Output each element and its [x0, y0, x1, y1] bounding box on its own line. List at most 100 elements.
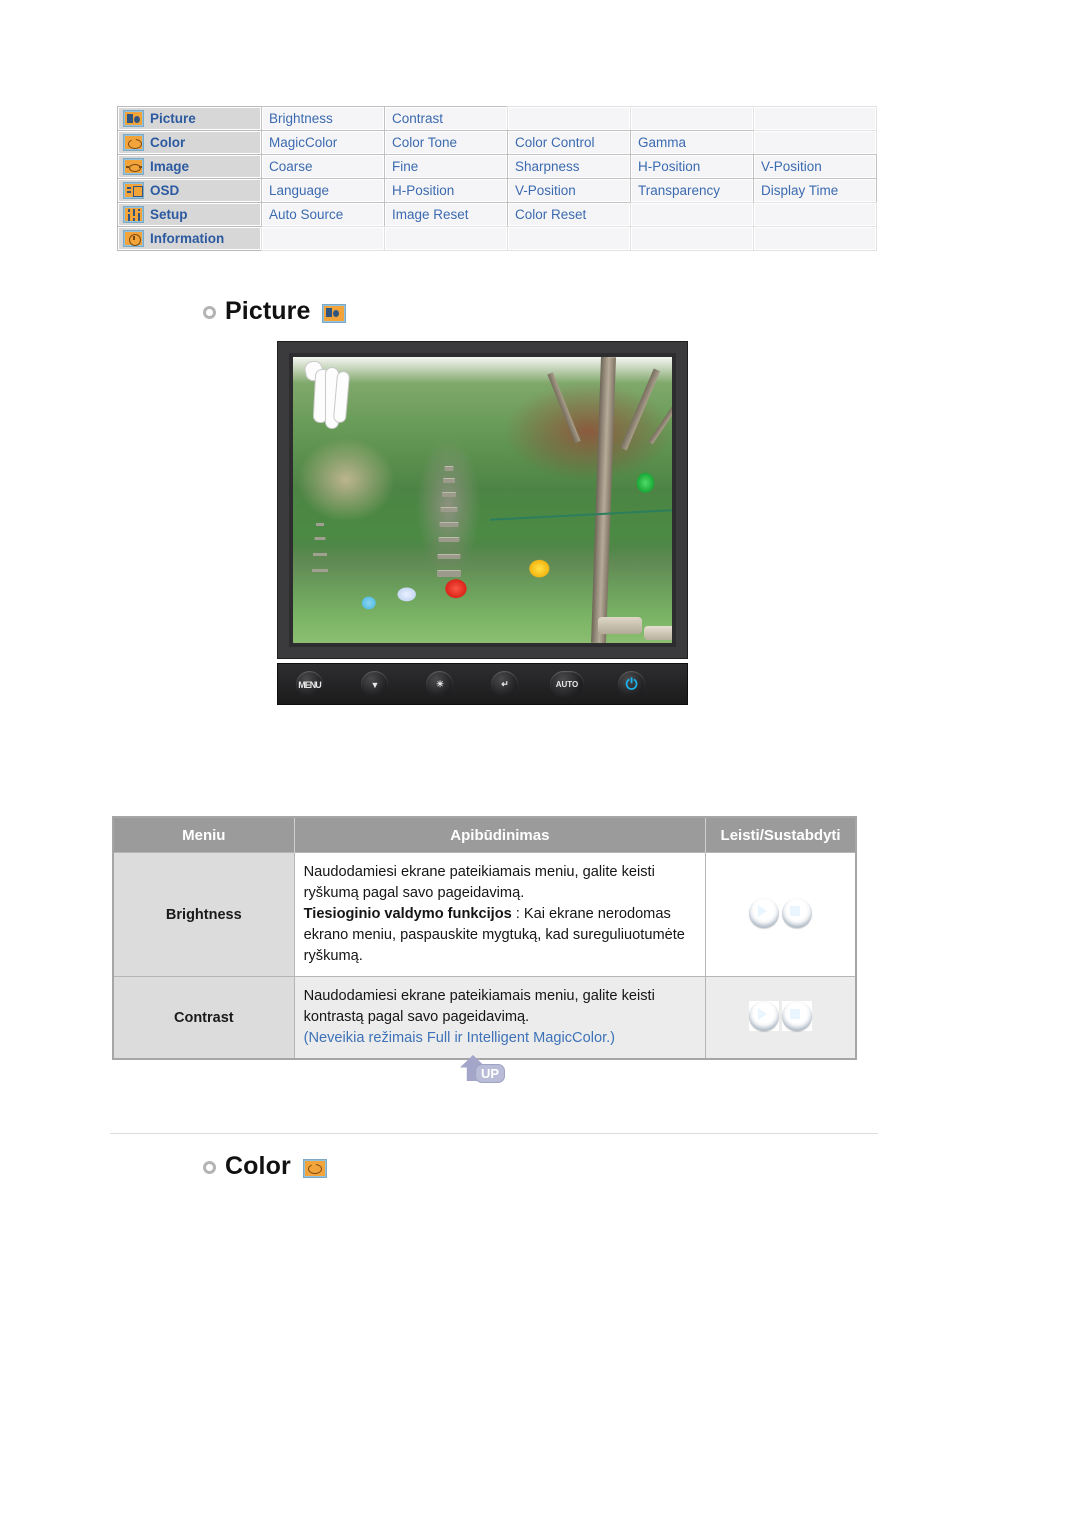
osd-category-setup[interactable]: Setup: [118, 203, 261, 226]
osd-item-gamma[interactable]: Gamma: [631, 131, 753, 154]
osd-item-empty: [754, 107, 876, 130]
down-adjust-button[interactable]: ▼: [361, 671, 388, 698]
section-heading-color: Color: [203, 1152, 327, 1181]
stop-icon[interactable]: [782, 1000, 813, 1031]
osd-item-empty: [631, 107, 753, 130]
osd-item-transparency[interactable]: Transparency: [631, 179, 753, 202]
osd-item-empty: [508, 107, 630, 130]
osd-category-osd[interactable]: OSD: [118, 179, 261, 202]
osd-item-empty: [631, 203, 753, 226]
menu-name-brightness: Brightness: [113, 852, 295, 977]
play-stop-controls: [705, 976, 856, 1059]
play-icon[interactable]: [749, 1000, 780, 1031]
osd-item-color-reset[interactable]: Color Reset: [508, 203, 630, 226]
osd-category-label: Setup: [150, 207, 188, 222]
osd-item-empty: [754, 131, 876, 154]
osd-icon: [123, 182, 144, 199]
image-icon: [123, 158, 144, 175]
table-header-row: Meniu Apibūdinimas Leisti/Sustabdyti: [113, 817, 856, 853]
table-row: OSD Language H-Position V-Position Trans…: [118, 179, 876, 202]
column-header-meniu: Meniu: [113, 817, 295, 853]
osd-item-empty: [385, 227, 507, 250]
osd-category-image[interactable]: Image: [118, 155, 261, 178]
osd-category-label: OSD: [150, 183, 180, 198]
table-row: Setup Auto Source Image Reset Color Rese…: [118, 203, 876, 226]
monitor-screen: [289, 353, 676, 647]
description-note: (Neveikia režimais Full ir Intelligent M…: [303, 1030, 616, 1046]
page-title: Picture: [225, 297, 311, 325]
osd-item-magiccolor[interactable]: MagicColor: [262, 131, 384, 154]
page-title: Color: [225, 1152, 291, 1180]
garden-photo: [293, 357, 672, 643]
tree-trunk: [591, 357, 617, 643]
osd-item-image-reset[interactable]: Image Reset: [385, 203, 507, 226]
osd-category-picture[interactable]: Picture: [118, 107, 261, 130]
monitor-bezel: [277, 341, 688, 659]
osd-item-color-control[interactable]: Color Control: [508, 131, 630, 154]
play-stop-controls: [705, 852, 856, 977]
table-row: Image Coarse Fine Sharpness H-Position V…: [118, 155, 876, 178]
osd-category-label: Color: [150, 135, 186, 150]
osd-category-color[interactable]: Color: [118, 131, 261, 154]
osd-item-display-time[interactable]: Display Time: [754, 179, 876, 202]
bullet-icon: [203, 306, 216, 319]
rock: [643, 626, 672, 641]
osd-category-label: Information: [150, 231, 225, 246]
table-row: Color MagicColor Color Tone Color Contro…: [118, 131, 876, 154]
information-icon: [123, 230, 144, 247]
power-button[interactable]: ⏻: [618, 671, 645, 698]
osd-item-empty: [508, 227, 630, 250]
description-line-1: Naudodamiesi ekrane pateikiamais meniu, …: [303, 864, 655, 901]
osd-item-empty: [631, 227, 753, 250]
osd-item-auto-source[interactable]: Auto Source: [262, 203, 384, 226]
play-icon[interactable]: [749, 897, 780, 928]
menu-name-contrast: Contrast: [113, 976, 295, 1059]
auto-button[interactable]: AUTO: [550, 671, 584, 698]
color-icon: [302, 1159, 327, 1178]
osd-item-v-position[interactable]: V-Position: [754, 155, 876, 178]
table-row: Contrast Naudodamiesi ekrane pateikiamai…: [113, 976, 856, 1059]
menu-description: Naudodamiesi ekrane pateikiamais meniu, …: [294, 976, 707, 1059]
section-heading-picture: Picture: [203, 297, 347, 326]
osd-item-v-position[interactable]: V-Position: [508, 179, 630, 202]
monitor-control-strip: MENU ▼ ☀ ↵ AUTO ⏻: [277, 663, 688, 705]
osd-item-empty: [754, 227, 876, 250]
osd-item-sharpness[interactable]: Sharpness: [508, 155, 630, 178]
stone-pagoda: [437, 465, 462, 592]
color-icon: [123, 134, 144, 151]
osd-category-information[interactable]: Information: [118, 227, 261, 250]
enter-button[interactable]: ↵: [491, 671, 518, 698]
monitor-illustration: MENU ▼ ☀ ↵ AUTO ⏻: [277, 341, 688, 719]
osd-item-empty: [754, 203, 876, 226]
stone-pagoda-small: [311, 522, 328, 586]
osd-item-language[interactable]: Language: [262, 179, 384, 202]
osd-item-color-tone[interactable]: Color Tone: [385, 131, 507, 154]
osd-item-contrast[interactable]: Contrast: [385, 107, 507, 130]
table-row: Information: [118, 227, 876, 250]
menu-button[interactable]: MENU: [296, 671, 323, 698]
section-divider: [110, 1133, 878, 1134]
picture-menu-description-table: Meniu Apibūdinimas Leisti/Sustabdyti Bri…: [112, 816, 857, 1060]
osd-item-coarse[interactable]: Coarse: [262, 155, 384, 178]
menu-description: Naudodamiesi ekrane pateikiamais meniu, …: [294, 852, 707, 977]
description-line-1: Naudodamiesi ekrane pateikiamais meniu, …: [303, 988, 655, 1025]
rock: [597, 617, 642, 635]
bullet-icon: [203, 1161, 216, 1174]
picture-icon: [322, 304, 347, 323]
setup-icon: [123, 206, 144, 223]
tree-branch: [648, 389, 672, 445]
table-row: Brightness Naudodamiesi ekrane pateikiam…: [113, 852, 856, 977]
back-to-top-button[interactable]: UP: [460, 1055, 512, 1089]
stop-icon[interactable]: [782, 897, 813, 928]
brightness-button[interactable]: ☀: [426, 671, 453, 698]
osd-item-brightness[interactable]: Brightness: [262, 107, 384, 130]
direct-control-label: Tiesioginio valdymo funkcijos: [303, 906, 512, 922]
column-header-apibudinimas: Apibūdinimas: [294, 817, 707, 853]
osd-item-empty: [262, 227, 384, 250]
osd-item-fine[interactable]: Fine: [385, 155, 507, 178]
osd-category-label: Picture: [150, 111, 196, 126]
column-header-leisti-sustabdyti: Leisti/Sustabdyti: [705, 817, 856, 853]
tree-branch: [547, 372, 581, 444]
osd-item-h-position[interactable]: H-Position: [385, 179, 507, 202]
osd-item-h-position[interactable]: H-Position: [631, 155, 753, 178]
